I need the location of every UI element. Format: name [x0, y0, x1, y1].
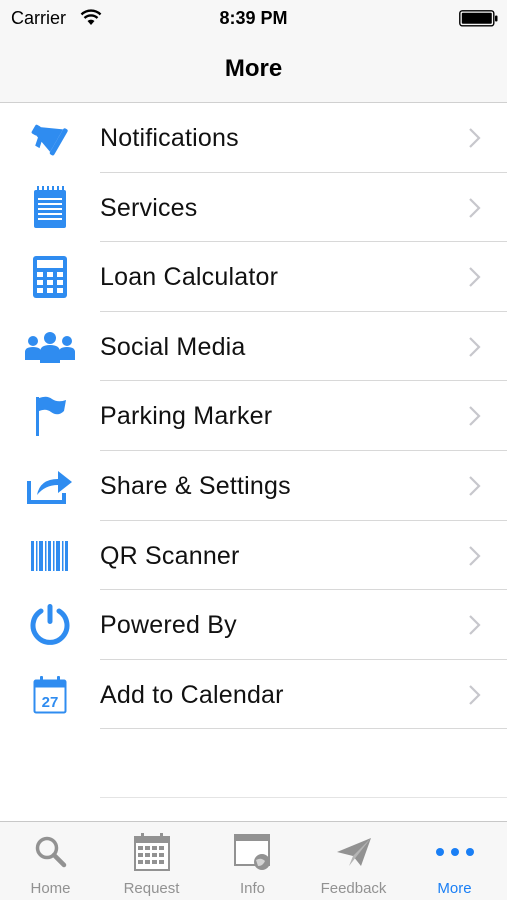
menu-item-services[interactable]: Services	[0, 173, 507, 243]
menu-item-share-settings[interactable]: Share & Settings	[0, 451, 507, 521]
chevron-right-icon	[469, 197, 481, 218]
status-bar: Carrier 8:39 PM	[0, 0, 507, 38]
menu-item-label: Loan Calculator	[100, 263, 279, 292]
power-icon	[24, 604, 76, 646]
tab-label: Feedback	[320, 880, 387, 897]
calendar-grid-icon	[101, 832, 202, 872]
list-divider	[100, 797, 507, 798]
chevron-right-icon	[469, 337, 481, 357]
menu-item-label: Share & Settings	[100, 471, 291, 500]
battery-icon	[459, 10, 498, 27]
menu-item-add-to-calendar[interactable]: 27 Add to Calendar	[0, 660, 507, 730]
chevron-right-icon	[469, 476, 481, 496]
chevron-right-icon	[469, 267, 481, 287]
tab-more[interactable]: More	[404, 822, 505, 900]
menu-item-social-media[interactable]: Social Media	[0, 312, 507, 382]
tab-bar: Home Request Info Feedback More	[0, 821, 507, 900]
tab-request[interactable]: Request	[101, 822, 202, 900]
menu-item-label: Parking Marker	[100, 402, 273, 431]
chevron-right-icon	[469, 406, 481, 427]
clock-time: 8:39 PM	[219, 8, 288, 28]
tab-label: Request	[123, 880, 180, 897]
navigation-bar: More	[0, 38, 507, 103]
chevron-right-icon	[469, 128, 481, 148]
chevron-right-icon	[469, 545, 481, 566]
notepad-icon	[24, 185, 76, 229]
menu-item-label: Social Media	[100, 332, 246, 361]
menu-item-label: Notifications	[100, 124, 239, 152]
chevron-right-icon	[469, 615, 481, 635]
paper-plane-icon	[303, 832, 404, 872]
more-dots-icon	[404, 832, 505, 872]
tab-label: Info	[239, 880, 266, 897]
menu-item-powered-by[interactable]: Powered By	[0, 590, 507, 660]
tab-home[interactable]: Home	[0, 822, 101, 900]
menu-item-parking-marker[interactable]: Parking Marker	[0, 381, 507, 451]
menu-item-label: Services	[100, 193, 198, 222]
barcode-icon	[24, 535, 76, 577]
chevron-right-icon	[469, 684, 481, 705]
menu-item-label: Add to Calendar	[100, 680, 284, 709]
calendar-day-number: 27	[42, 694, 59, 711]
people-icon	[24, 326, 76, 368]
flag-icon	[24, 395, 76, 437]
share-icon	[24, 465, 76, 507]
megaphone-icon	[24, 117, 76, 159]
calculator-icon	[24, 256, 76, 299]
tab-info[interactable]: Info	[202, 822, 303, 900]
more-menu-list: Notifications Services Loan Calculator S…	[0, 103, 507, 730]
row-divider	[100, 728, 507, 730]
tab-label: Home	[30, 880, 71, 897]
calendar-icon: 27	[24, 674, 76, 716]
menu-item-label: Powered By	[100, 611, 237, 640]
menu-item-qr-scanner[interactable]: QR Scanner	[0, 521, 507, 591]
browser-globe-icon	[202, 832, 303, 872]
tab-label: More	[437, 880, 472, 897]
page-title: More	[224, 55, 283, 82]
menu-item-label: QR Scanner	[100, 541, 240, 570]
menu-item-loan-calculator[interactable]: Loan Calculator	[0, 242, 507, 312]
search-icon	[0, 832, 101, 872]
tab-feedback[interactable]: Feedback	[303, 822, 404, 900]
menu-item-notifications[interactable]: Notifications	[0, 103, 507, 173]
